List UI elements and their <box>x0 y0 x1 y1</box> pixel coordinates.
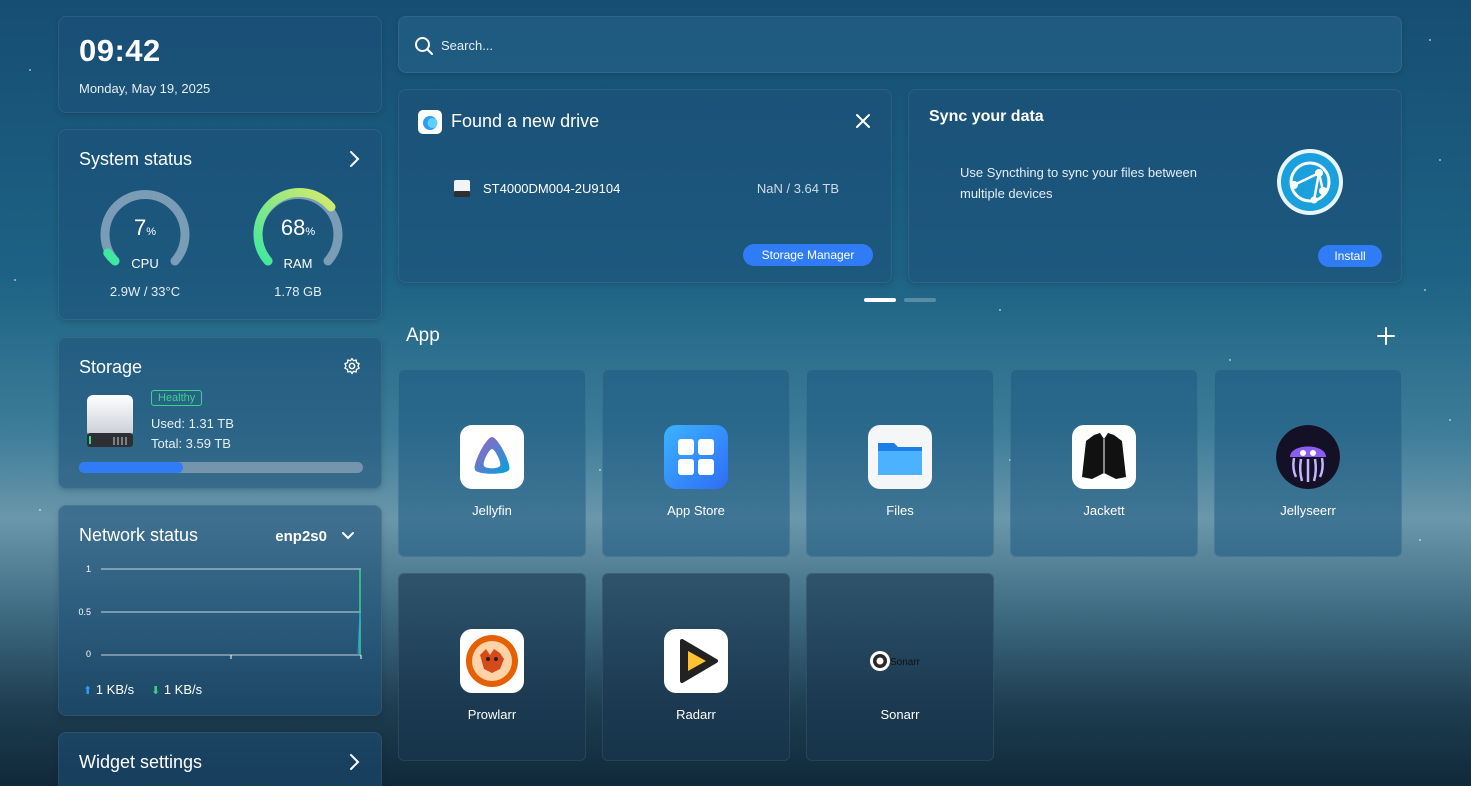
ram-detail: 1.78 GB <box>274 284 322 299</box>
app-tile-jackett[interactable]: Jackett <box>1010 369 1198 557</box>
y-tick-0.5: 0.5 <box>78 607 91 617</box>
chevron-right-icon <box>350 754 360 770</box>
carousel-dot[interactable] <box>904 298 936 302</box>
system-status-title: System status <box>79 149 193 169</box>
app-label: Jackett <box>1083 503 1125 518</box>
app-tile-jellyfin[interactable]: Jellyfin <box>398 369 586 557</box>
cpu-value: 7% <box>133 215 157 240</box>
app-tile-prowlarr[interactable]: Prowlarr <box>398 573 586 761</box>
app-label: Radarr <box>676 707 716 722</box>
sync-card-description: Use Syncthing to sync your files between… <box>960 165 1198 201</box>
install-button[interactable]: Install <box>1318 245 1382 267</box>
ram-gauge: 68% RAM <box>250 185 346 275</box>
chevron-down-icon[interactable] <box>341 530 355 542</box>
new-drive-card: Found a new drive ST4000DM004-2U9104 NaN… <box>398 89 892 283</box>
system-status-widget: System status 7% CPU 2.9W / 33°C 68% RAM… <box>58 129 382 320</box>
app-label: App Store <box>667 503 725 518</box>
app-tile-files[interactable]: Files <box>806 369 994 557</box>
sync-card-title: Sync your data <box>929 108 1044 125</box>
clock-time: 09:42 <box>79 33 161 68</box>
storage-manager-button[interactable]: Storage Manager <box>743 244 873 266</box>
interface-select[interactable]: enp2s0 <box>275 528 327 545</box>
network-status-widget: Network status enp2s0 1 0.5 0 ⬆ 1 KB/s ⬇… <box>58 505 382 716</box>
drive-card-title: Found a new drive <box>451 111 600 131</box>
app-section-title: App <box>406 325 440 346</box>
app-label: Jellyfin <box>472 503 512 518</box>
cpu-label: CPU <box>131 256 159 271</box>
app-label: Jellyseerr <box>1280 503 1336 518</box>
jellyseerr-icon <box>1276 425 1340 489</box>
search-icon <box>415 37 433 55</box>
hard-disk-icon <box>87 395 133 447</box>
app-tile-radarr[interactable]: Radarr <box>602 573 790 761</box>
storage-used: Used: 1.31 TB <box>151 416 234 431</box>
y-tick-0: 0 <box>86 649 91 659</box>
jackett-icon <box>1072 425 1136 489</box>
storage-total: Total: 3.59 TB <box>151 436 231 451</box>
widget-settings[interactable]: Widget settings <box>58 732 382 786</box>
status-badge: Healthy <box>151 390 203 406</box>
app-label: Files <box>886 503 914 518</box>
close-icon[interactable] <box>854 112 872 130</box>
y-tick-1: 1 <box>86 564 91 574</box>
app-tile-jellyseerr[interactable]: Jellyseerr <box>1214 369 1402 557</box>
app-tile-app-store[interactable]: App Store <box>602 369 790 557</box>
storage-title: Storage <box>79 357 143 377</box>
download-arrow-icon: ⬇ <box>151 685 161 697</box>
clock-widget: 09:42 Monday, May 19, 2025 <box>58 16 382 113</box>
storage-widget: Storage Healthy Used: 1.31 TB Total: 3.5… <box>58 337 382 489</box>
drive-notice-icon <box>418 110 442 134</box>
ram-label: RAM <box>283 256 313 271</box>
sync-data-card: Sync your data Use Syncthing to sync you… <box>908 89 1402 283</box>
cpu-detail: 2.9W / 33°C <box>109 284 181 299</box>
storage-usage-fill <box>79 462 183 473</box>
widget-settings-title: Widget settings <box>79 752 203 772</box>
sonarr-logo-text: Sonarr <box>890 657 921 668</box>
search-bar[interactable]: Search... <box>398 16 1402 73</box>
ram-value: 68% <box>280 215 316 240</box>
carousel-dot-active[interactable] <box>864 298 896 302</box>
app-label: Prowlarr <box>467 707 517 722</box>
hard-disk-icon <box>454 180 470 197</box>
gear-icon[interactable] <box>343 357 361 375</box>
download-rate: ⬇ 1 KB/s <box>151 682 203 697</box>
upload-rate: ⬆ 1 KB/s <box>83 682 135 697</box>
cpu-gauge: 7% CPU <box>97 185 193 275</box>
search-input[interactable]: Search... <box>441 38 493 53</box>
drive-name: ST4000DM004-2U9104 <box>483 181 621 196</box>
network-chart: 1 0.5 0 <box>78 564 362 659</box>
prowlarr-icon <box>460 629 524 693</box>
drive-size: NaN / 3.64 TB <box>756 181 839 196</box>
jellyfin-icon <box>460 425 524 489</box>
app-tile-sonarr[interactable]: Sonarr Sonarr <box>806 573 994 761</box>
app-store-icon <box>664 425 728 489</box>
add-app-icon[interactable] <box>1377 327 1395 345</box>
syncthing-icon <box>1277 149 1343 215</box>
sonarr-icon: Sonarr <box>868 629 932 693</box>
storage-usage-bar <box>79 462 363 473</box>
radarr-icon <box>664 629 728 693</box>
clock-date: Monday, May 19, 2025 <box>79 81 211 96</box>
network-status-title: Network status <box>79 525 199 545</box>
chevron-right-icon[interactable] <box>347 150 361 168</box>
folder-icon <box>868 425 932 489</box>
upload-arrow-icon: ⬆ <box>83 685 93 697</box>
app-label: Sonarr <box>880 707 920 722</box>
